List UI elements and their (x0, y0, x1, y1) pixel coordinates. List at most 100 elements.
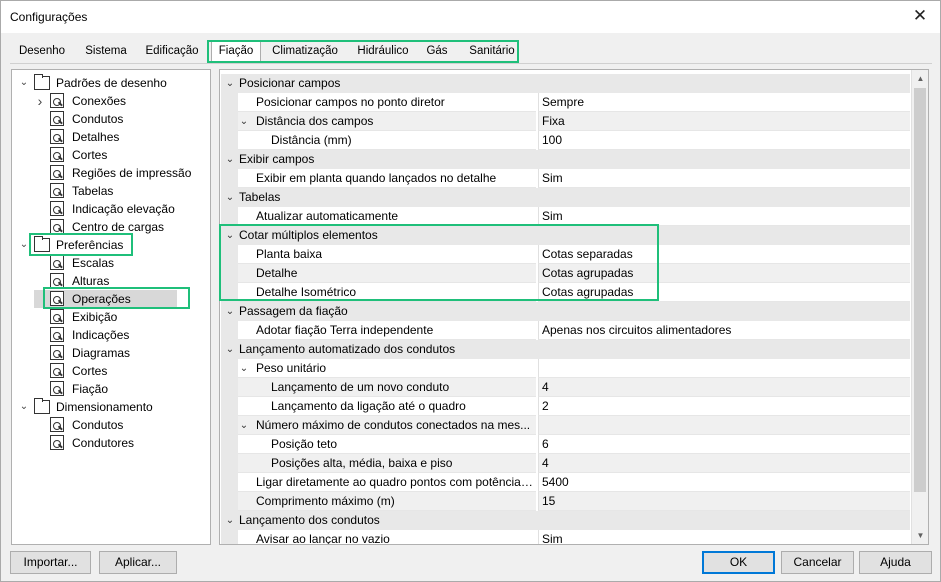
chevron-down-icon[interactable]: ⌄ (18, 236, 30, 254)
folder-icon (34, 74, 50, 90)
help-button[interactable]: Ajuda (859, 551, 932, 574)
property-name: Avisar ao lançar no vazio (256, 532, 390, 545)
category-lancamento-automatizado-dos-condutos[interactable]: ⌄ Lançamento automatizado dos condutos (221, 340, 910, 359)
chevron-down-icon[interactable]: ⌄ (224, 188, 236, 207)
property-value[interactable]: Sim (538, 207, 910, 226)
property-row-exibir-em-planta-quando-lancados-no-detalhe[interactable]: Exibir em planta quando lançados no deta… (221, 169, 910, 188)
tab-desenho[interactable]: Desenho (9, 41, 75, 63)
property-row-lancamento-da-ligacao-ate-o-quadro[interactable]: Lançamento da ligação até o quadro 2 (221, 397, 910, 416)
property-row-adotar-fiacao-terra-independente[interactable]: Adotar fiação Terra independente Apenas n… (221, 321, 910, 340)
settings-page-icon (50, 363, 64, 378)
vertical-scrollbar[interactable]: ▲ ▼ (911, 70, 928, 544)
row-gutter (221, 492, 238, 511)
cancel-button[interactable]: Cancelar (781, 551, 854, 574)
property-value[interactable]: 5400 (538, 473, 910, 492)
chevron-down-icon[interactable]: ⌄ (224, 340, 236, 359)
property-value[interactable]: 6 (538, 435, 910, 454)
property-name-cell: Detalhe Isométrico (238, 283, 536, 302)
row-gutter (221, 359, 238, 378)
property-row-planta-baixa[interactable]: Planta baixa Cotas separadas (221, 245, 910, 264)
property-row-detalhe-isometrico[interactable]: Detalhe Isométrico Cotas agrupadas (221, 283, 910, 302)
row-gutter (221, 435, 238, 454)
chevron-down-icon[interactable]: ⌄ (238, 359, 250, 378)
settings-page-icon (50, 417, 64, 432)
category-exibir-campos[interactable]: ⌄ Exibir campos (221, 150, 910, 169)
chevron-down-icon[interactable]: ⌄ (224, 511, 236, 530)
property-name-cell: Detalhe (238, 264, 536, 283)
chevron-down-icon[interactable]: ⌄ (238, 416, 250, 435)
tab-sanitario[interactable]: Sanitário (457, 41, 527, 63)
tab-edificacao[interactable]: Edificação (137, 41, 207, 63)
property-value[interactable]: Cotas separadas (538, 245, 910, 264)
chevron-down-icon[interactable]: ⌄ (18, 398, 30, 416)
property-row-distancia-dos-campos[interactable]: ⌄ Distância dos campos Fixa (221, 112, 910, 131)
property-row-posicionar-campos-no-ponto-diretor[interactable]: Posicionar campos no ponto diretor Sempre (221, 93, 910, 112)
scroll-down-icon[interactable]: ▼ (912, 527, 928, 544)
tree-item-operacoes[interactable]: Operações (34, 290, 177, 308)
property-value[interactable]: 4 (538, 454, 910, 473)
chevron-right-icon[interactable]: › (34, 92, 46, 110)
chevron-down-icon[interactable]: ⌄ (224, 226, 236, 245)
close-icon[interactable]: ✕ (908, 5, 932, 27)
chevron-down-icon[interactable]: ⌄ (224, 150, 236, 169)
property-name: Planta baixa (256, 247, 323, 261)
category-posicionar-campos[interactable]: ⌄ Posicionar campos (221, 74, 910, 93)
tree-item-label: Cortes (72, 364, 108, 378)
settings-tree[interactable]: ⌄ Padrões de desenho › Conexões Condutos Deta… (11, 69, 211, 545)
settings-page-icon (50, 309, 64, 324)
property-row-comprimento-maximo-m[interactable]: Comprimento máximo (m) 15 (221, 492, 910, 511)
property-value[interactable]: Cotas agrupadas (538, 264, 910, 283)
scroll-up-icon[interactable]: ▲ (912, 70, 928, 87)
property-row-numero-maximo-de-condutos-conectados-na-mes[interactable]: ⌄ Número máximo de condutos conectados na… (221, 416, 910, 435)
category-lancamento-dos-condutos[interactable]: ⌄ Lançamento dos condutos (221, 511, 910, 530)
property-value[interactable]: 15 (538, 492, 910, 511)
tab-hidraulico[interactable]: Hidráulico (347, 41, 419, 63)
row-gutter (221, 397, 238, 416)
tab-sistema[interactable]: Sistema (77, 41, 135, 63)
property-value[interactable]: Fixa (538, 112, 910, 131)
tab-divider (10, 63, 932, 64)
ok-button[interactable]: OK (702, 551, 775, 574)
category-cotar-multiplos-elementos[interactable]: ⌄ Cotar múltiplos elementos (221, 226, 910, 245)
import-button[interactable]: Importar... (10, 551, 91, 574)
property-name: Detalhe Isométrico (256, 285, 357, 299)
category-tabelas[interactable]: ⌄ Tabelas (221, 188, 910, 207)
property-value[interactable]: Sim (538, 530, 910, 544)
category-passagem-da-fiacao[interactable]: ⌄ Passagem da fiação (221, 302, 910, 321)
property-value[interactable] (538, 359, 910, 378)
property-row-posicoes-alta-media-baixa-e-piso[interactable]: Posições alta, média, baixa e piso 4 (221, 454, 910, 473)
property-name: Posições alta, média, baixa e piso (271, 456, 453, 470)
property-value[interactable] (538, 416, 910, 435)
scroll-thumb[interactable] (914, 88, 926, 492)
property-row-detalhe[interactable]: Detalhe Cotas agrupadas (221, 264, 910, 283)
property-name: Lançamento de um novo conduto (271, 380, 450, 394)
property-value[interactable]: Sempre (538, 93, 910, 112)
property-row-distancia-mm[interactable]: Distância (mm) 100 (221, 131, 910, 150)
property-value[interactable]: 100 (538, 131, 910, 150)
settings-page-icon (50, 435, 64, 450)
property-row-atualizar-automaticamente[interactable]: Atualizar automaticamente Sim (221, 207, 910, 226)
property-name-cell: ⌄ Distância dos campos (238, 112, 536, 131)
apply-button[interactable]: Aplicar... (99, 551, 177, 574)
property-grid[interactable]: ⌄ Posicionar campos Posicionar campos no p… (219, 69, 929, 545)
property-value[interactable]: Cotas agrupadas (538, 283, 910, 302)
tab-climatizacao[interactable]: Climatização (265, 41, 345, 63)
tab-gas[interactable]: Gás (421, 41, 453, 63)
chevron-down-icon[interactable]: ⌄ (224, 74, 236, 93)
row-gutter (221, 112, 238, 131)
property-value[interactable]: Apenas nos circuitos alimentadores (538, 321, 910, 340)
chevron-down-icon[interactable]: ⌄ (238, 112, 250, 131)
chevron-down-icon[interactable]: ⌄ (18, 74, 30, 92)
chevron-down-icon[interactable]: ⌄ (224, 302, 236, 321)
property-row-avisar-ao-lancar-no-vazio[interactable]: Avisar ao lançar no vazio Sim (221, 530, 910, 545)
property-value[interactable]: 4 (538, 378, 910, 397)
property-row-posicao-teto[interactable]: Posição teto 6 (221, 435, 910, 454)
property-row-peso-unitario[interactable]: ⌄ Peso unitário (221, 359, 910, 378)
property-value[interactable]: 2 (538, 397, 910, 416)
property-value[interactable]: Sim (538, 169, 910, 188)
property-row-ligar-diretamente-ao-quadro-pontos-com-potencia[interactable]: Ligar diretamente ao quadro pontos com p… (221, 473, 910, 492)
tab-fiacao[interactable]: Fiação (211, 40, 261, 63)
property-name-cell: Ligar diretamente ao quadro pontos com p… (238, 473, 536, 492)
tree-item-label: Detalhes (72, 130, 120, 144)
property-row-lancamento-de-um-novo-conduto[interactable]: Lançamento de um novo conduto 4 (221, 378, 910, 397)
